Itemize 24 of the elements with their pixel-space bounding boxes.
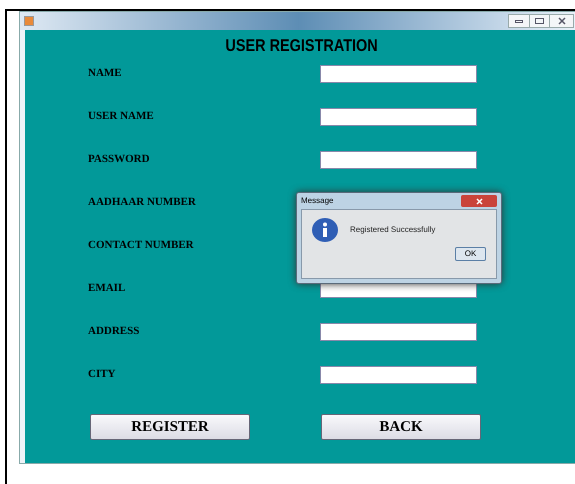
field-label: CONTACT NUMBER [88,238,194,254]
ok-button[interactable]: OK [455,247,486,261]
field-label: CITY [88,367,116,382]
close-icon [476,198,482,204]
form-button[interactable]: REGISTER [90,414,250,440]
field-label: EMAIL [88,281,126,296]
field-label: PASSWORD [88,152,150,168]
text-field[interactable] [320,64,477,82]
form-title: USER REGISTRATION [225,36,378,52]
field-label: USER NAME [88,109,154,124]
info-icon [312,217,338,243]
field-label: AADHAAR NUMBER [88,195,196,210]
close-icon [558,17,566,25]
dialog-message: Registered Successfully [350,224,436,236]
close-button[interactable] [461,195,497,207]
dialog-title: Message [301,195,334,207]
text-field[interactable] [320,366,477,384]
text-field[interactable] [320,150,477,168]
text-field[interactable] [320,322,477,340]
text-field[interactable] [320,108,477,126]
form-button[interactable]: BACK [321,414,481,440]
java-icon [24,16,34,26]
field-label: ADDRESS [88,324,140,340]
field-label: NAME [88,66,122,82]
